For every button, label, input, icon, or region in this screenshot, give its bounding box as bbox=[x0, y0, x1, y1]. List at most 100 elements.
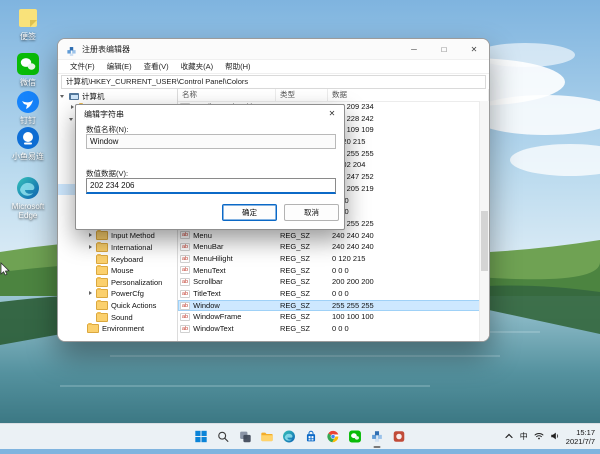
notes-icon bbox=[16, 6, 40, 30]
menu-item[interactable]: 帮助(H) bbox=[219, 61, 256, 72]
tree-item-Mouse[interactable]: Mouse bbox=[58, 265, 177, 277]
registry-value-row-Scrollbar[interactable]: abScrollbarREG_SZ200 200 200 bbox=[178, 276, 480, 288]
tree-item-Quick Actions[interactable]: Quick Actions bbox=[58, 300, 177, 312]
value-type: REG_SZ bbox=[276, 230, 328, 242]
menu-item[interactable]: 查看(V) bbox=[138, 61, 175, 72]
tree-item-计算机[interactable]: 计算机 bbox=[58, 91, 177, 103]
clock-time: 15:17 bbox=[566, 428, 595, 437]
value-data: 240 240 240 bbox=[328, 230, 480, 242]
value-data-input[interactable] bbox=[86, 178, 336, 194]
clock[interactable]: 15:17 2021/7/7 bbox=[566, 428, 595, 446]
value-name-cell: abScrollbar bbox=[178, 276, 276, 288]
folder-icon bbox=[96, 278, 108, 287]
reg-sz-icon: ab bbox=[180, 255, 190, 263]
value-type: REG_SZ bbox=[276, 241, 328, 253]
tree-item-Keyboard[interactable]: Keyboard bbox=[58, 253, 177, 265]
tree-item-label: 计算机 bbox=[82, 91, 105, 102]
menu-item[interactable]: 编辑(E) bbox=[101, 61, 138, 72]
column-header-名称[interactable]: 名称 bbox=[178, 89, 276, 101]
value-name-input[interactable] bbox=[86, 134, 336, 149]
tree-item-label: Keyboard bbox=[111, 255, 143, 264]
value-name: WindowText bbox=[193, 323, 233, 335]
tree-chevron-icon[interactable] bbox=[87, 244, 95, 252]
address-bar[interactable]: 计算机\HKEY_CURRENT_USER\Control Panel\Colo… bbox=[61, 75, 486, 89]
xiaoyu-icon bbox=[16, 126, 40, 150]
value-name-cell: abWindowFrame bbox=[178, 311, 276, 323]
tree-chevron-icon[interactable] bbox=[60, 93, 68, 101]
app-red-icon[interactable] bbox=[391, 428, 408, 445]
value-name: MenuText bbox=[193, 265, 226, 277]
column-header-类型[interactable]: 类型 bbox=[276, 89, 328, 101]
registry-value-row-Menu[interactable]: abMenuREG_SZ240 240 240 bbox=[178, 230, 480, 242]
value-type: REG_SZ bbox=[276, 276, 328, 288]
dialog-close-icon[interactable]: ✕ bbox=[320, 105, 344, 122]
value-name: MenuHilight bbox=[193, 253, 233, 265]
value-name-cell: abTitleText bbox=[178, 288, 276, 300]
list-scrollbar[interactable] bbox=[479, 101, 489, 341]
menu-item[interactable]: 收藏夹(A) bbox=[175, 61, 220, 72]
wechat-icon[interactable] bbox=[347, 428, 364, 445]
registry-value-row-WindowFrame[interactable]: abWindowFrameREG_SZ100 100 100 bbox=[178, 311, 480, 323]
desktop-icon-微信[interactable]: 微信 bbox=[2, 52, 54, 87]
tree-chevron-icon[interactable] bbox=[87, 232, 95, 240]
clock-date: 2021/7/7 bbox=[566, 437, 595, 446]
registry-value-row-WindowText[interactable]: abWindowTextREG_SZ0 0 0 bbox=[178, 323, 480, 335]
value-data: 255 255 225 bbox=[328, 218, 480, 230]
hidden-icons-chevron-icon[interactable] bbox=[504, 428, 514, 446]
menu-item[interactable]: 文件(F) bbox=[64, 61, 101, 72]
value-type: REG_SZ bbox=[276, 311, 328, 323]
tree-item-PowerCfg[interactable]: PowerCfg bbox=[58, 288, 177, 300]
search-icon[interactable] bbox=[215, 428, 232, 445]
edge-icon bbox=[16, 176, 40, 200]
cancel-button[interactable]: 取消 bbox=[284, 204, 339, 221]
desktop-icon-便签[interactable]: 便签 bbox=[2, 6, 54, 41]
registry-value-row-MenuBar[interactable]: abMenuBarREG_SZ240 240 240 bbox=[178, 241, 480, 253]
taskview-icon[interactable] bbox=[237, 428, 254, 445]
value-data: 0 120 215 bbox=[328, 136, 480, 148]
desktop-icon-Microsoft Edge[interactable]: Microsoft Edge bbox=[2, 176, 54, 220]
value-name: TitleText bbox=[193, 288, 221, 300]
tree-item-Personalization[interactable]: Personalization bbox=[58, 277, 177, 289]
dialog-title: 编辑字符串 bbox=[84, 109, 124, 120]
value-data: 0 102 204 bbox=[328, 159, 480, 171]
registry-value-row-TitleText[interactable]: abTitleTextREG_SZ0 0 0 bbox=[178, 288, 480, 300]
reg-sz-icon: ab bbox=[180, 243, 190, 251]
tree-item-International[interactable]: International bbox=[58, 242, 177, 254]
desktop-icon-钉钉[interactable]: 钉钉 bbox=[2, 90, 54, 125]
system-tray: 中 15:17 2021/7/7 bbox=[504, 424, 595, 449]
wechat-icon bbox=[16, 52, 40, 76]
desktop-icon-label: 钉钉 bbox=[2, 116, 54, 125]
maximize-button[interactable]: □ bbox=[429, 39, 459, 59]
desktop-icon-label: Microsoft Edge bbox=[2, 202, 54, 220]
taskbar: 中 15:17 2021/7/7 bbox=[0, 423, 600, 449]
registry-value-row-MenuText[interactable]: abMenuTextREG_SZ0 0 0 bbox=[178, 265, 480, 277]
tree-item-Environment[interactable]: Environment bbox=[58, 323, 177, 335]
title-bar[interactable]: 注册表编辑器 ─ □ ✕ bbox=[58, 39, 489, 60]
tree-item-label: International bbox=[111, 243, 152, 252]
taskbar-center-icons bbox=[193, 424, 408, 449]
tree-item-Input Method[interactable]: Input Method bbox=[58, 230, 177, 242]
tree-chevron-icon bbox=[87, 301, 95, 309]
tree-item-Sound[interactable]: Sound bbox=[58, 311, 177, 323]
ime-indicator[interactable]: 中 bbox=[520, 431, 528, 442]
ok-button[interactable]: 确定 bbox=[222, 204, 277, 221]
tree-chevron-icon[interactable] bbox=[87, 290, 95, 298]
close-button[interactable]: ✕ bbox=[459, 39, 489, 59]
value-name: Scrollbar bbox=[193, 276, 223, 288]
desktop-icon-小鱼易连[interactable]: 小鱼易连 bbox=[2, 126, 54, 161]
volume-icon[interactable] bbox=[550, 428, 560, 446]
column-header-数据[interactable]: 数据 bbox=[328, 89, 489, 101]
minimize-button[interactable]: ─ bbox=[399, 39, 429, 59]
regedit-icon[interactable] bbox=[369, 428, 386, 445]
scrollbar-thumb[interactable] bbox=[481, 211, 488, 271]
registry-value-row-MenuHilight[interactable]: abMenuHilightREG_SZ0 120 215 bbox=[178, 253, 480, 265]
start-icon[interactable] bbox=[193, 428, 210, 445]
chrome-icon[interactable] bbox=[325, 428, 342, 445]
value-name-cell: abWindowText bbox=[178, 323, 276, 335]
registry-value-row-Window[interactable]: abWindowREG_SZ255 255 255 bbox=[178, 300, 480, 312]
explorer-icon[interactable] bbox=[259, 428, 276, 445]
wifi-icon[interactable] bbox=[534, 428, 544, 446]
folder-icon bbox=[96, 301, 108, 310]
store-icon[interactable] bbox=[303, 428, 320, 445]
edge-icon[interactable] bbox=[281, 428, 298, 445]
